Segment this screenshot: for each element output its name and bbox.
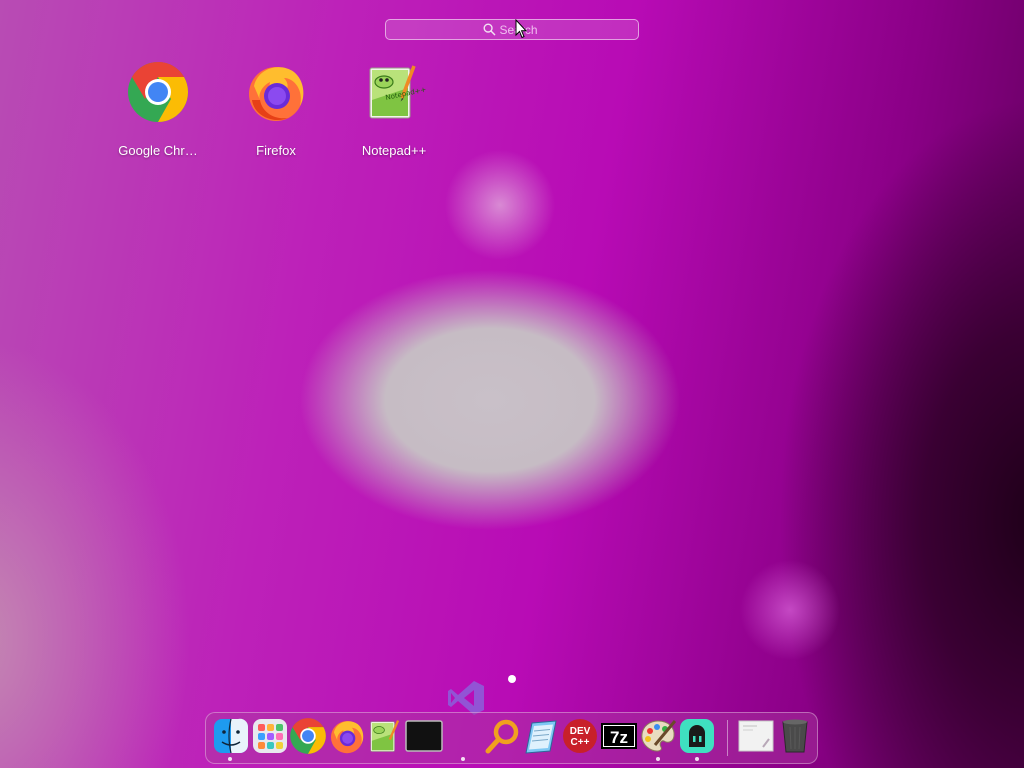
app-notepad-plus-plus[interactable]: Notepad++ Notepad++ bbox=[335, 60, 453, 158]
svg-text:C++: C++ bbox=[571, 737, 590, 748]
devcpp-icon: DEV C++ bbox=[563, 719, 597, 753]
7zip-icon: 7z bbox=[601, 723, 637, 749]
dock-item-trash[interactable] bbox=[776, 717, 814, 755]
mouse-pointer-icon bbox=[515, 19, 527, 39]
dock-item-dev-cpp[interactable]: DEV C++ bbox=[561, 717, 599, 755]
app-firefox[interactable]: Firefox bbox=[217, 60, 335, 158]
firefox-icon bbox=[330, 721, 364, 754]
dock-item-notepad[interactable] bbox=[522, 717, 560, 755]
dock-item-7zip[interactable]: 7z bbox=[600, 717, 638, 755]
dock-item-terminal-bot[interactable] bbox=[678, 717, 716, 755]
terminal-icon bbox=[405, 720, 443, 752]
running-indicator bbox=[228, 757, 232, 761]
bot-icon bbox=[680, 719, 714, 753]
page-indicator-dot[interactable] bbox=[508, 675, 516, 683]
running-indicator bbox=[695, 757, 699, 761]
search-icon bbox=[483, 23, 495, 36]
launchpad-icon bbox=[253, 719, 287, 753]
trash-icon bbox=[782, 719, 808, 753]
dock-item-paint[interactable] bbox=[639, 717, 677, 755]
app-label: Google Chr… bbox=[118, 143, 198, 158]
dock-item-notepadpp[interactable] bbox=[366, 717, 404, 755]
dock-item-chrome[interactable] bbox=[289, 717, 327, 755]
running-indicator bbox=[656, 757, 660, 761]
dock-item-search-tool[interactable] bbox=[484, 717, 522, 755]
dock-item-launchpad[interactable] bbox=[251, 717, 289, 755]
running-indicator bbox=[461, 757, 465, 761]
notepadpp-icon bbox=[370, 720, 400, 752]
notepad-icon bbox=[525, 720, 557, 754]
launchpad-search-bar[interactable] bbox=[385, 19, 639, 40]
magnifier-icon bbox=[485, 719, 519, 754]
svg-text:DEV: DEV bbox=[570, 726, 591, 737]
dock-separator bbox=[727, 720, 728, 756]
svg-text:7z: 7z bbox=[610, 728, 628, 747]
app-label: Notepad++ bbox=[361, 143, 427, 158]
notepadpp-icon: Notepad++ bbox=[369, 65, 427, 119]
app-google-chrome[interactable]: Google Chr… bbox=[99, 60, 217, 158]
chrome-icon bbox=[128, 61, 189, 123]
dock-item-firefox[interactable] bbox=[328, 717, 366, 755]
document-icon bbox=[738, 720, 774, 752]
dock-item-document[interactable] bbox=[737, 717, 775, 755]
dock: DEV C++ 7z bbox=[205, 712, 818, 764]
dock-item-terminal[interactable] bbox=[405, 717, 443, 755]
finder-icon bbox=[214, 718, 249, 754]
chrome-icon bbox=[290, 718, 326, 754]
dock-item-finder[interactable] bbox=[212, 717, 250, 755]
paint-icon bbox=[641, 720, 677, 752]
app-label: Firefox bbox=[256, 143, 296, 158]
firefox-icon bbox=[249, 67, 304, 121]
